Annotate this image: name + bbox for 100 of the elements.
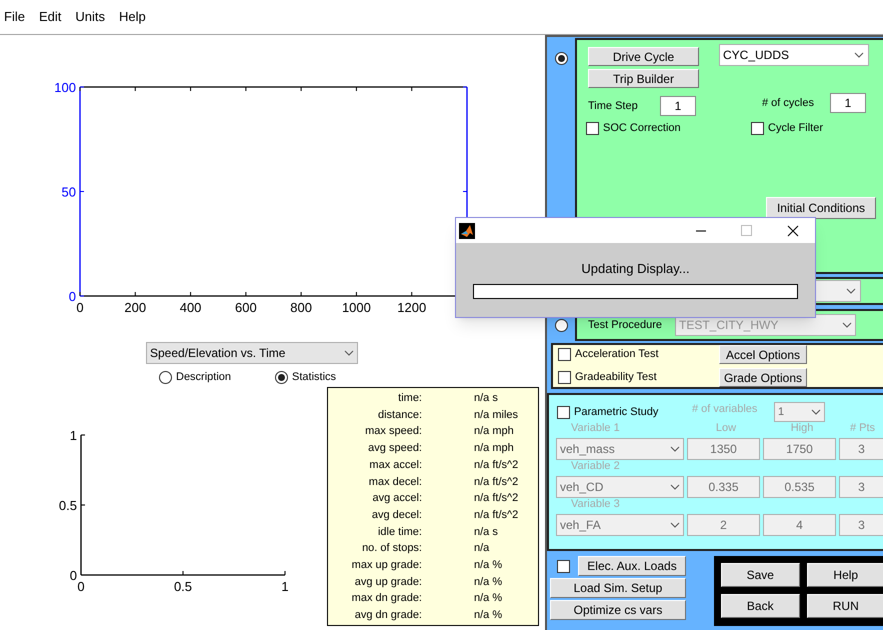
action-button[interactable]: RUN bbox=[806, 594, 883, 618]
tick-label: 1200 bbox=[397, 300, 426, 315]
stat-label: max up grade: bbox=[350, 558, 422, 573]
panel-button[interactable]: Trip Builder bbox=[588, 69, 699, 88]
column-header: # Pts bbox=[848, 420, 876, 436]
stat-label: max accel: bbox=[368, 458, 422, 473]
field-label: # of cycles bbox=[762, 96, 815, 111]
caret-icon bbox=[842, 322, 852, 328]
field-label: # of variables bbox=[692, 402, 758, 417]
cycles-field[interactable]: 1 bbox=[830, 93, 866, 113]
radio-button[interactable] bbox=[159, 370, 172, 384]
menu-item[interactable]: File bbox=[4, 7, 25, 27]
stat-label: max decel: bbox=[368, 474, 422, 490]
tick-label: 0.5 bbox=[58, 498, 77, 513]
checkbox-label: Acceleration Test bbox=[575, 347, 660, 362]
setup-button[interactable]: Load Sim. Setup bbox=[550, 578, 686, 598]
caret-icon bbox=[846, 288, 856, 294]
field-label: Test Procedure bbox=[588, 318, 663, 333]
caret-icon bbox=[670, 522, 680, 528]
caret-icon bbox=[344, 350, 354, 356]
menu-item[interactable]: Edit bbox=[38, 7, 62, 27]
column-header: Low bbox=[714, 420, 738, 436]
action-button[interactable]: Save bbox=[721, 563, 800, 587]
caret-icon bbox=[670, 446, 680, 452]
menu-item[interactable]: Units bbox=[75, 7, 105, 27]
stat-label: max speed: bbox=[364, 424, 422, 440]
caret-icon bbox=[670, 484, 680, 490]
stat-label: avg decel: bbox=[370, 508, 422, 523]
variable-label: Variable 2 bbox=[570, 458, 621, 474]
action-button[interactable]: Back bbox=[721, 594, 800, 618]
cycle-select[interactable]: CYC_UDDS bbox=[719, 44, 869, 66]
checkbox-label: Cycle Filter bbox=[768, 121, 824, 136]
stat-value: n/a % bbox=[474, 574, 502, 590]
elec-aux-button[interactable]: Elec. Aux. Loads bbox=[578, 556, 686, 576]
radio-button[interactable] bbox=[554, 52, 568, 65]
checkbox-label: SOC Correction bbox=[603, 121, 681, 136]
tick-label: 200 bbox=[124, 300, 146, 315]
stat-value: n/a s bbox=[474, 524, 498, 540]
checkbox[interactable] bbox=[751, 122, 764, 135]
stat-label: avg accel: bbox=[371, 491, 422, 506]
stat-label: avg speed: bbox=[367, 441, 422, 456]
checkbox[interactable] bbox=[558, 348, 571, 361]
time-step-field[interactable]: 1 bbox=[660, 96, 696, 116]
tick-label: 0.5 bbox=[174, 579, 192, 594]
tick-label: 100 bbox=[54, 80, 76, 95]
tick-label: 1 bbox=[70, 428, 77, 443]
checkbox-label: Parametric Study bbox=[574, 404, 660, 420]
stat-value: n/a % bbox=[474, 558, 502, 573]
panel-button[interactable]: Drive Cycle bbox=[588, 47, 699, 66]
tick-label: 0 bbox=[77, 579, 85, 594]
stat-value: n/a % bbox=[474, 591, 502, 606]
stat-value: n/a ft/s^2 bbox=[474, 491, 518, 506]
setup-button[interactable]: Optimize cs vars bbox=[550, 600, 686, 620]
initial-conditions-button[interactable]: Initial Conditions bbox=[766, 196, 876, 218]
radio-label: Description bbox=[176, 370, 232, 385]
field-label: Time Step bbox=[588, 98, 639, 114]
plot-selector[interactable]: Speed/Elevation vs. Time bbox=[146, 342, 358, 364]
app-logo-icon bbox=[459, 222, 475, 238]
tick-label: 0 bbox=[76, 300, 84, 315]
stat-value: n/a mph bbox=[474, 424, 514, 440]
checkbox[interactable] bbox=[558, 371, 571, 384]
caret-icon bbox=[854, 52, 864, 58]
tick-label: 0 bbox=[70, 568, 77, 583]
stat-label: avg up grade: bbox=[354, 574, 422, 590]
stat-value: n/a ft/s^2 bbox=[474, 508, 518, 523]
stat-value: n/a ft/s^2 bbox=[474, 458, 518, 473]
close-icon[interactable] bbox=[787, 224, 799, 236]
radio-label: Statistics bbox=[292, 370, 336, 385]
menu-item[interactable]: Help bbox=[118, 7, 146, 27]
dialog-message: Updating Display... bbox=[580, 260, 691, 278]
stat-value: n/a miles bbox=[474, 408, 518, 423]
action-button[interactable]: Help bbox=[806, 563, 883, 587]
stat-label: distance: bbox=[376, 408, 422, 423]
stat-label: time: bbox=[397, 391, 422, 406]
checkbox[interactable] bbox=[557, 560, 570, 572]
checkbox[interactable] bbox=[586, 122, 599, 135]
tick-label: 50 bbox=[62, 184, 76, 200]
stat-label: no. of stops: bbox=[361, 541, 422, 556]
caret-icon bbox=[811, 409, 821, 415]
options-button[interactable]: Grade Options bbox=[719, 368, 807, 387]
tick-label: 400 bbox=[180, 300, 202, 315]
stat-value: n/a bbox=[474, 541, 490, 556]
stat-value: n/a % bbox=[474, 608, 502, 624]
stat-value: n/a ft/s^2 bbox=[474, 474, 518, 490]
tick-label: 0 bbox=[68, 289, 76, 304]
stat-label: max dn grade: bbox=[350, 591, 422, 606]
stat-value: n/a mph bbox=[474, 441, 514, 456]
column-header: High bbox=[790, 420, 814, 436]
radio-button[interactable] bbox=[275, 370, 288, 384]
tick-label: 1 bbox=[281, 579, 289, 594]
options-button[interactable]: Accel Options bbox=[719, 345, 807, 364]
tick-label: 600 bbox=[235, 300, 257, 315]
variable-label: Variable 3 bbox=[570, 496, 621, 512]
stat-label: idle time: bbox=[376, 524, 422, 540]
stat-value: n/a s bbox=[474, 391, 498, 406]
tick-label: 800 bbox=[290, 300, 312, 315]
checkbox-label: Gradeability Test bbox=[575, 370, 658, 386]
stat-label: avg dn grade: bbox=[354, 608, 422, 624]
tick-label: 1000 bbox=[342, 300, 371, 315]
variable-label: Variable 1 bbox=[570, 420, 621, 436]
